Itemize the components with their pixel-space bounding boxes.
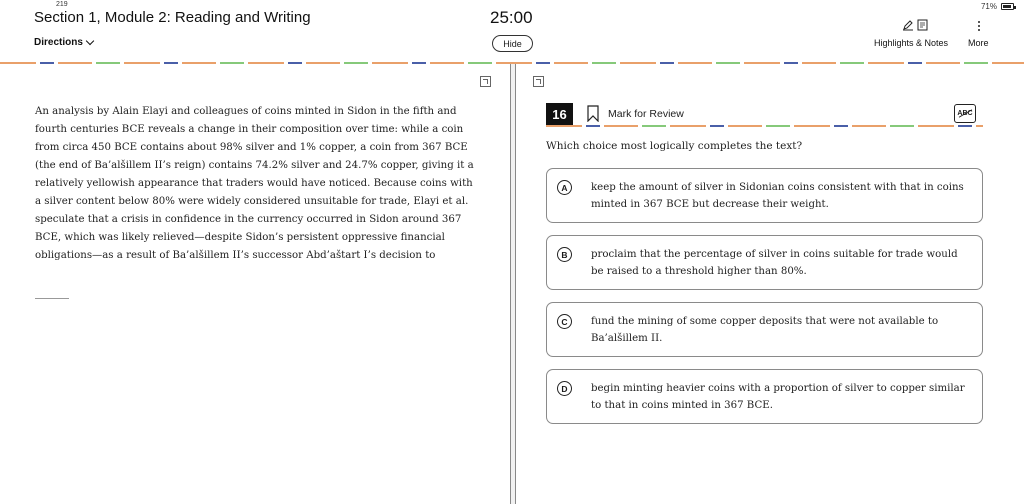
battery-icon <box>1001 3 1016 10</box>
choice-b[interactable]: B proclaim that the percentage of silver… <box>546 235 983 290</box>
battery-status: 71% <box>980 2 1016 11</box>
question-number: 16 <box>546 103 573 126</box>
bookmark-icon[interactable] <box>587 105 599 122</box>
directions-toggle[interactable]: Directions <box>34 36 95 48</box>
choice-d[interactable]: D begin minting heavier coins with a pro… <box>546 369 983 424</box>
pane-resizer[interactable] <box>510 64 516 504</box>
choice-a-letter: A <box>557 180 572 195</box>
choice-a[interactable]: A keep the amount of silver in Sidonian … <box>546 168 983 223</box>
choice-c[interactable]: C fund the mining of some copper deposit… <box>546 302 983 357</box>
battery-level <box>1003 5 1011 8</box>
timer: 25:00 <box>490 8 533 27</box>
more-label[interactable]: More <box>968 38 989 48</box>
chevron-down-icon <box>85 36 95 46</box>
choice-d-letter: D <box>557 381 572 396</box>
choice-a-text: keep the amount of silver in Sidonian co… <box>591 182 964 210</box>
choice-b-letter: B <box>557 247 572 262</box>
note-icon <box>917 19 928 31</box>
battery-percent: 71% <box>980 2 997 11</box>
more-vertical-icon[interactable] <box>977 20 980 32</box>
choice-c-letter: C <box>557 314 572 329</box>
section-title: Section 1, Module 2: Reading and Writing <box>34 9 311 26</box>
question-prompt: Which choice most logically completes th… <box>546 140 803 152</box>
passage-text: An analysis by Alain Elayi and colleague… <box>35 106 474 261</box>
page-number: 219 <box>56 1 68 8</box>
eliminator-button[interactable]: ABC <box>954 104 976 123</box>
highlights-notes-label[interactable]: Highlights & Notes <box>874 38 948 48</box>
pen-icon <box>903 20 913 31</box>
choice-c-text: fund the mining of some copper deposits … <box>591 316 939 344</box>
expand-passage-icon[interactable] <box>480 76 491 87</box>
mark-for-review-label[interactable]: Mark for Review <box>608 108 684 120</box>
highlights-notes-button[interactable] <box>902 19 928 31</box>
directions-label: Directions <box>34 37 83 48</box>
choice-d-text: begin minting heavier coins with a propo… <box>591 383 965 411</box>
choice-b-text: proclaim that the percentage of silver i… <box>591 249 958 277</box>
question-divider <box>546 125 983 127</box>
expand-question-icon[interactable] <box>533 76 544 87</box>
passage-blank <box>35 298 69 299</box>
hide-timer-button[interactable]: Hide <box>492 35 533 52</box>
